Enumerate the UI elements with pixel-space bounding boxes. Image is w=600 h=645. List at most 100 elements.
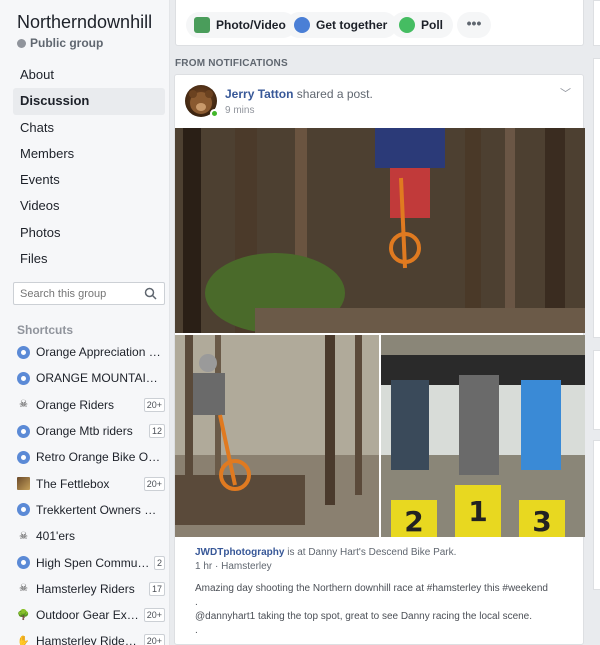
shared-post-author[interactable]: JWDTphotography bbox=[195, 547, 284, 558]
shortcuts-heading: Shortcuts bbox=[17, 323, 74, 337]
nav-discussion[interactable]: Discussion bbox=[13, 88, 165, 115]
post-body-line: .... bbox=[195, 639, 207, 645]
photo-video-label: Photo/Video bbox=[216, 18, 286, 32]
shortcut-label: ORANGE MOUNTAIN ... bbox=[36, 371, 165, 386]
shortcut-label: The Fettlebox bbox=[36, 476, 110, 491]
shortcut-label: Orange Appreciation So... bbox=[36, 345, 165, 360]
group-icon bbox=[17, 345, 30, 359]
shortcut-label: Hamsterley Riders:... bbox=[36, 634, 140, 645]
shortcut-label: Orange Mtb riders bbox=[36, 424, 133, 439]
nav-about[interactable]: About bbox=[13, 62, 165, 88]
notification-count-badge: 2 bbox=[153, 555, 165, 570]
nav-members[interactable]: Members bbox=[13, 141, 165, 167]
shortcut-item[interactable]: 🌳 Outdoor Gear Exch... 20+ bbox=[17, 602, 165, 628]
get-together-label: Get together bbox=[316, 18, 388, 32]
rider-photo bbox=[175, 335, 379, 537]
shortcut-item[interactable]: Orange Mtb riders 12 bbox=[17, 418, 165, 444]
post-photo-rider[interactable] bbox=[175, 335, 379, 537]
notification-count-badge: 20+ bbox=[143, 608, 165, 623]
poll-icon bbox=[399, 17, 415, 33]
shortcut-label: High Spen Communi... bbox=[36, 555, 150, 570]
svg-text:3: 3 bbox=[532, 505, 551, 537]
group-icon bbox=[17, 424, 30, 438]
shared-post-meta: 1 hr · Hamsterley bbox=[195, 561, 272, 572]
post-photo-main[interactable] bbox=[175, 128, 585, 333]
notification-count-badge: 12 bbox=[148, 424, 165, 439]
group-search-input[interactable] bbox=[14, 283, 134, 304]
shared-post-context: is at Danny Hart's Descend Bike Park. bbox=[284, 547, 457, 558]
group-privacy: Public group bbox=[17, 36, 103, 50]
group-icon bbox=[17, 503, 30, 517]
feed-section-label: FROM NOTIFICATIONS bbox=[175, 58, 288, 69]
facebook-group-page: Northerndownhill Public group About Disc… bbox=[0, 0, 600, 645]
right-column-panel bbox=[593, 0, 600, 46]
hand-icon: ✋ bbox=[17, 635, 30, 645]
skull-icon: ☠ bbox=[19, 399, 28, 411]
people-icon bbox=[294, 17, 310, 33]
nav-events[interactable]: Events bbox=[13, 167, 165, 193]
post-header: Jerry Tatton shared a post. bbox=[225, 87, 373, 101]
shortcut-item[interactable]: ☠ Orange Riders 20+ bbox=[17, 392, 165, 418]
shortcut-item[interactable]: ORANGE MOUNTAIN ... bbox=[17, 365, 165, 391]
post-body-line: Amazing day shooting the Northern downhi… bbox=[195, 583, 548, 594]
post-options-chevron-icon[interactable]: ﹀ bbox=[560, 85, 571, 101]
feed-post: Jerry Tatton shared a post. 9 mins ﹀ 2 1… bbox=[174, 74, 585, 645]
shared-post-header: JWDTphotography is at Danny Hart's Desce… bbox=[195, 547, 456, 558]
poll-button[interactable]: Poll bbox=[391, 12, 454, 38]
shortcut-label: 401'ers bbox=[36, 529, 75, 544]
shortcut-item[interactable]: Retro Orange Bike Own... bbox=[17, 444, 165, 470]
post-composer: Photo/Video Get together Poll ••• bbox=[175, 0, 584, 46]
tree-icon: 🌳 bbox=[17, 609, 30, 621]
podium-photo: 2 1 3 bbox=[381, 335, 585, 537]
poll-label: Poll bbox=[421, 18, 444, 32]
post-timestamp[interactable]: 9 mins bbox=[225, 105, 254, 116]
group-nav: About Discussion Chats Members Events Vi… bbox=[13, 62, 165, 272]
downhill-jump-photo bbox=[175, 128, 585, 333]
shortcut-item[interactable]: ✋ Hamsterley Riders:... 20+ bbox=[17, 628, 165, 645]
shortcut-item[interactable]: High Spen Communi... 2 bbox=[17, 549, 165, 575]
group-name[interactable]: Northerndownhill bbox=[17, 12, 152, 33]
get-together-button[interactable]: Get together bbox=[286, 12, 398, 38]
search-icon[interactable] bbox=[144, 287, 157, 300]
nav-photos[interactable]: Photos bbox=[13, 220, 165, 246]
nav-chats[interactable]: Chats bbox=[13, 115, 165, 141]
right-column-panel bbox=[593, 350, 600, 430]
svg-text:2: 2 bbox=[404, 505, 423, 537]
post-photo-podium[interactable]: 2 1 3 bbox=[381, 335, 585, 537]
shortcut-item[interactable]: ☠ 401'ers bbox=[17, 523, 165, 549]
right-column-panel bbox=[593, 58, 600, 338]
photo-video-button[interactable]: Photo/Video bbox=[186, 12, 296, 38]
group-icon bbox=[17, 371, 30, 385]
notification-count-badge: 17 bbox=[148, 581, 165, 596]
group-sidebar: Northerndownhill Public group About Disc… bbox=[0, 0, 170, 645]
online-status-indicator bbox=[210, 109, 219, 118]
group-icon bbox=[17, 556, 30, 570]
post-body: Amazing day shooting the Northern downhi… bbox=[195, 582, 575, 645]
group-thumbnail-icon bbox=[17, 477, 30, 491]
shortcut-item[interactable]: Orange Appreciation So... bbox=[17, 339, 165, 365]
nav-files[interactable]: Files bbox=[13, 246, 165, 272]
photo-icon bbox=[194, 17, 210, 33]
post-author[interactable]: Jerry Tatton bbox=[225, 87, 293, 101]
notification-count-badge: 20+ bbox=[143, 634, 165, 645]
post-body-line: . bbox=[195, 597, 198, 608]
skull-icon: ☠ bbox=[19, 530, 28, 542]
shortcut-item[interactable]: The Fettlebox 20+ bbox=[17, 470, 165, 496]
shortcut-label: Outdoor Gear Exch... bbox=[36, 608, 140, 623]
group-privacy-label: Public group bbox=[30, 36, 104, 50]
shortcut-item[interactable]: Trekkertent Owners Gro... bbox=[17, 497, 165, 523]
more-options-button[interactable]: ••• bbox=[457, 12, 491, 38]
nav-videos[interactable]: Videos bbox=[13, 193, 165, 219]
shortcuts-list: Orange Appreciation So... ORANGE MOUNTAI… bbox=[17, 339, 165, 645]
shortcut-label: Hamsterley Riders bbox=[36, 581, 135, 596]
group-icon bbox=[17, 450, 30, 464]
shortcut-label: Retro Orange Bike Own... bbox=[36, 450, 165, 465]
notification-count-badge: 20+ bbox=[143, 476, 165, 491]
notification-count-badge: 20+ bbox=[143, 397, 165, 412]
shortcut-label: Trekkertent Owners Gro... bbox=[36, 502, 165, 517]
right-column-panel bbox=[593, 440, 600, 590]
skull-icon: ☠ bbox=[19, 583, 28, 595]
shortcut-item[interactable]: ☠ Hamsterley Riders 17 bbox=[17, 576, 165, 602]
shortcut-label: Orange Riders bbox=[36, 397, 115, 412]
group-search-box bbox=[13, 282, 165, 305]
